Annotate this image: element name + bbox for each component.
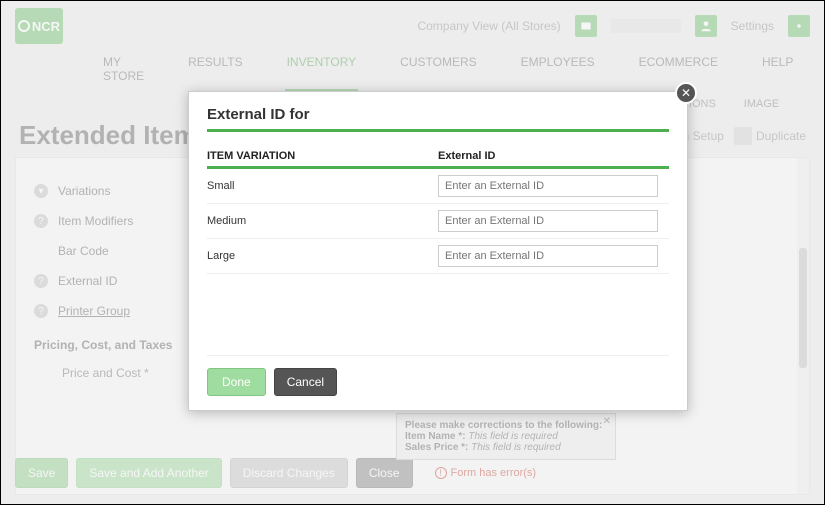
tab-help[interactable]: HELP xyxy=(760,49,795,92)
logo: NCR xyxy=(15,8,63,44)
duplicate-link[interactable]: Duplicate xyxy=(734,127,806,145)
tab-inventory[interactable]: INVENTORY xyxy=(285,49,359,92)
error-icon: ! xyxy=(435,467,447,479)
tab-results[interactable]: RESULTS xyxy=(186,49,244,92)
table-row: Large xyxy=(207,239,669,274)
help-icon: ? xyxy=(34,214,48,228)
variation-label: Medium xyxy=(207,204,438,239)
error-tooltip: ✕ Please make corrections to the followi… xyxy=(396,413,616,460)
modal-close-icon[interactable]: ✕ xyxy=(675,82,697,104)
save-button[interactable]: Save xyxy=(15,458,68,488)
modal-footer: Done Cancel xyxy=(207,355,669,396)
help-icon: ? xyxy=(34,304,48,318)
cancel-button[interactable]: Cancel xyxy=(274,368,337,396)
col-external-id: External ID xyxy=(438,146,669,168)
company-view-label[interactable]: Company View (All Stores) xyxy=(417,19,560,33)
help-icon: ? xyxy=(34,274,48,288)
table-row: Small xyxy=(207,168,669,204)
modal-rule xyxy=(207,129,669,132)
external-id-input-medium[interactable] xyxy=(438,210,658,232)
gear-icon[interactable] xyxy=(788,15,810,37)
variation-label: Small xyxy=(207,168,438,204)
external-id-input-small[interactable] xyxy=(438,175,658,197)
scrollbar[interactable] xyxy=(797,158,809,494)
store-icon[interactable] xyxy=(575,15,597,37)
duplicate-icon xyxy=(734,127,752,145)
tab-my-store[interactable]: MY STORE xyxy=(101,49,146,92)
close-icon[interactable]: ✕ xyxy=(603,416,611,427)
masked-username xyxy=(611,19,681,33)
logo-text: NCR xyxy=(32,19,60,34)
close-button[interactable]: Close xyxy=(356,458,413,488)
main-nav: MY STORE RESULTS INVENTORY CUSTOMERS EMP… xyxy=(1,43,824,92)
error-header: Please make corrections to the following… xyxy=(405,420,607,431)
table-row: Medium xyxy=(207,204,669,239)
modal-title: External ID for xyxy=(207,106,669,123)
col-variation: ITEM VARIATION xyxy=(207,146,438,168)
user-icon[interactable] xyxy=(695,15,717,37)
top-right: Company View (All Stores) Settings xyxy=(417,15,810,37)
tab-employees[interactable]: EMPLOYEES xyxy=(519,49,597,92)
done-button[interactable]: Done xyxy=(207,368,266,396)
subtab-image[interactable]: IMAGE xyxy=(744,98,779,110)
top-bar: NCR Company View (All Stores) Settings xyxy=(1,1,824,43)
scrollbar-thumb[interactable] xyxy=(799,248,807,368)
save-add-another-button[interactable]: Save and Add Another xyxy=(76,458,221,488)
logo-ring-icon xyxy=(18,20,30,32)
external-id-table: ITEM VARIATION External ID Small Medium … xyxy=(207,146,669,274)
discard-button[interactable]: Discard Changes xyxy=(230,458,348,488)
settings-link[interactable]: Settings xyxy=(731,19,774,33)
form-error-message: ! Form has error(s) xyxy=(435,467,537,479)
bottom-bar: Save Save and Add Another Discard Change… xyxy=(15,458,536,488)
variation-label: Large xyxy=(207,239,438,274)
external-id-modal: ✕ External ID for ITEM VARIATION Externa… xyxy=(188,91,688,411)
tab-customers[interactable]: CUSTOMERS xyxy=(398,49,478,92)
page-title: Extended Item xyxy=(19,120,197,151)
external-id-input-large[interactable] xyxy=(438,245,658,267)
chevron-down-icon: ▾ xyxy=(34,184,48,198)
